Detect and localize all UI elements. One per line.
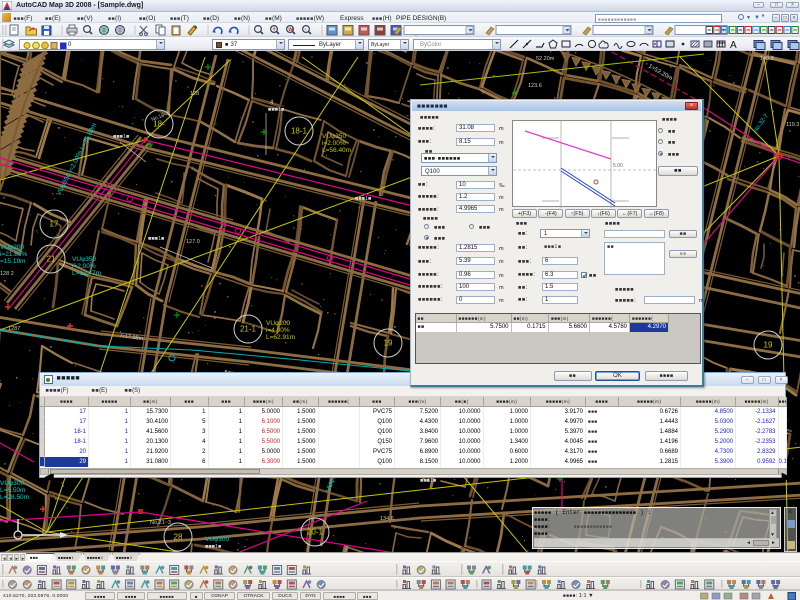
svg-text:L=56.40m: L=56.40m (322, 147, 351, 154)
svg-text:18-1: 18-1 (291, 127, 308, 136)
svg-text:■■■1■: ■■■1■ (113, 134, 129, 140)
svg-text:21: 21 (47, 255, 56, 264)
svg-text:123.6: 123.6 (528, 83, 542, 89)
svg-text:128: 128 (190, 91, 199, 97)
svg-text:■■■1■: ■■■1■ (268, 107, 284, 113)
svg-text:=15.19m: =15.19m (0, 258, 25, 265)
svg-text:148.8: 148.8 (760, 56, 774, 62)
svg-text:119.3: 119.3 (786, 122, 799, 128)
svg-text:w: w (287, 27, 293, 33)
svg-text:VUφ200: VUφ200 (0, 244, 24, 251)
svg-text:19: 19 (384, 339, 393, 348)
svg-text:19: 19 (764, 341, 773, 350)
svg-text:VUφ300: VUφ300 (205, 536, 229, 543)
svg-text:128 2: 128 2 (0, 271, 14, 277)
svg-text:■■■1■: ■■■1■ (148, 236, 164, 242)
svg-text:L=28.50m: L=28.50m (0, 494, 29, 501)
svg-text:20-1: 20-1 (307, 528, 324, 537)
svg-text:L=12.47m: L=12.47m (72, 270, 101, 277)
svg-text:5.00: 5.00 (613, 163, 623, 169)
svg-text:A: A (730, 40, 737, 50)
svg-text:134.6: 134.6 (380, 516, 394, 522)
svg-text:17: 17 (50, 220, 59, 229)
svg-text:i=2.00%: i=2.00% (72, 263, 96, 270)
svg-text:■■■1■: ■■■1■ (205, 544, 221, 550)
svg-text:-: - (304, 27, 306, 33)
svg-text:VUφ200: VUφ200 (266, 320, 290, 327)
svg-text:i=21.80%: i=21.80% (0, 251, 28, 258)
svg-text:28: 28 (174, 533, 183, 542)
svg-text:i=4.00%: i=4.00% (266, 327, 290, 334)
svg-text:+: + (272, 27, 276, 33)
svg-text:VUφ300: VUφ300 (0, 480, 24, 487)
svg-text:1287: 1287 (8, 326, 20, 332)
svg-text:■■■1■: ■■■1■ (420, 478, 436, 484)
svg-text:21-1: 21-1 (240, 325, 257, 334)
svg-text:L=62.91m: L=62.91m (266, 334, 295, 341)
svg-text:VUφ350: VUφ350 (72, 256, 96, 263)
svg-text:L=6.50m: L=6.50m (0, 487, 25, 494)
svg-text:127.0: 127.0 (186, 239, 200, 245)
svg-text:VUφ350: VUφ350 (322, 133, 346, 140)
svg-text:52.20m: 52.20m (536, 56, 555, 62)
svg-text:i=2.00%: i=2.00% (322, 140, 346, 147)
svg-text:■■■1■: ■■■1■ (355, 196, 371, 202)
svg-text:No.21~3: No.21~3 (150, 520, 171, 526)
